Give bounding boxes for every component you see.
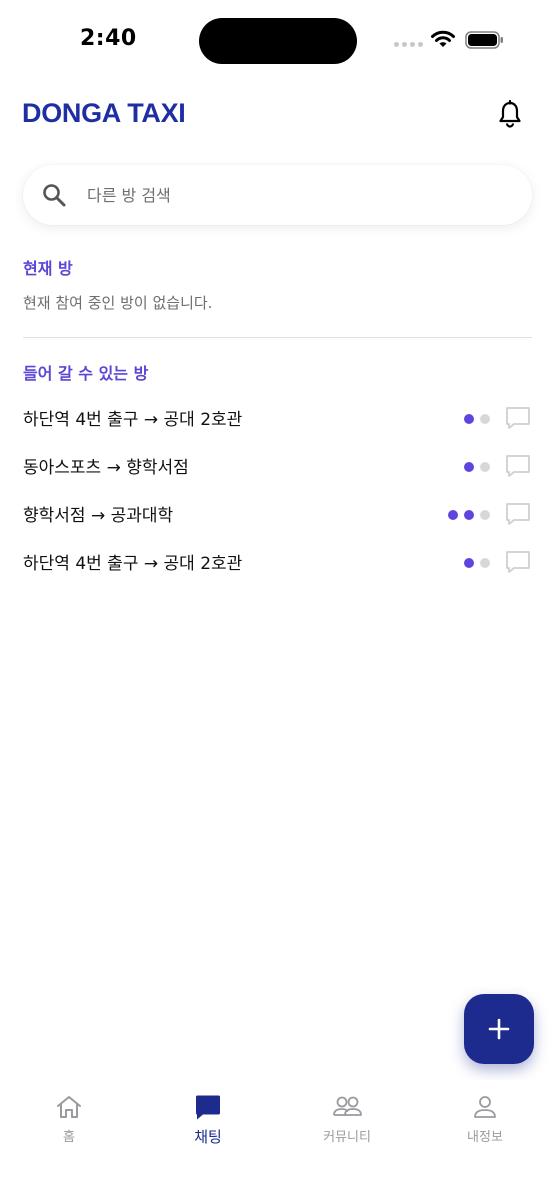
occupancy-dots xyxy=(448,510,490,520)
search-input[interactable] xyxy=(87,180,507,210)
search-icon xyxy=(43,184,66,207)
app-header: DONGA TAXI xyxy=(0,90,555,138)
home-icon xyxy=(57,1096,81,1118)
empty-seat-dot xyxy=(480,510,490,520)
chat-bubble-icon[interactable] xyxy=(505,550,531,574)
room-list: 하단역 4번 출구 → 공대 2호관 동아스포츠 → 향학서점 향학서점 → 공… xyxy=(0,392,555,584)
tab-label: 채팅 xyxy=(194,1128,222,1146)
tab-label: 홈 xyxy=(63,1130,75,1145)
dynamic-island xyxy=(199,18,357,64)
room-item[interactable]: 하단역 4번 출구 → 공대 2호관 xyxy=(0,392,555,440)
create-room-button[interactable] xyxy=(464,994,534,1064)
tab-chat[interactable]: 채팅 xyxy=(153,1094,263,1147)
occupied-seat-dot xyxy=(464,414,474,424)
empty-seat-dot xyxy=(480,462,490,472)
chat-bubble-icon[interactable] xyxy=(505,502,531,526)
room-item[interactable]: 하단역 4번 출구 → 공대 2호관 xyxy=(0,536,555,584)
search-bar[interactable] xyxy=(23,165,532,225)
available-rooms-heading: 들어 갈 수 있는 방 xyxy=(23,364,149,383)
chat-bubble-icon[interactable] xyxy=(505,406,531,430)
wifi-icon xyxy=(431,30,455,47)
chat-bubble-icon xyxy=(196,1095,220,1120)
current-room-empty-text: 현재 참여 중인 방이 없습니다. xyxy=(23,294,213,312)
room-item[interactable]: 향학서점 → 공과대학 xyxy=(0,488,555,536)
bell-icon[interactable] xyxy=(496,100,524,128)
room-name: 하단역 4번 출구 → 공대 2호관 xyxy=(23,554,243,574)
status-time: 2:40 xyxy=(80,26,137,51)
room-name: 동아스포츠 → 향학서점 xyxy=(23,458,189,478)
occupancy-dots xyxy=(464,462,490,472)
tab-home[interactable]: 홈 xyxy=(14,1094,124,1145)
tab-label: 커뮤니티 xyxy=(323,1130,371,1145)
room-name: 하단역 4번 출구 → 공대 2호관 xyxy=(23,410,243,430)
room-name: 향학서점 → 공과대학 xyxy=(23,506,174,526)
people-icon xyxy=(333,1096,362,1116)
section-divider xyxy=(23,337,532,338)
status-bar: 2:40 xyxy=(0,0,555,80)
occupied-seat-dot xyxy=(464,558,474,568)
plus-icon xyxy=(488,1018,510,1040)
chat-bubble-icon[interactable] xyxy=(505,454,531,478)
room-item[interactable]: 동아스포츠 → 향학서점 xyxy=(0,440,555,488)
occupied-seat-dot xyxy=(448,510,458,520)
tab-profile[interactable]: 내정보 xyxy=(430,1094,540,1145)
person-icon xyxy=(474,1096,496,1118)
empty-seat-dot xyxy=(480,414,490,424)
bottom-tab-bar: 홈 채팅 커뮤니티 내정보 xyxy=(0,1080,555,1200)
occupancy-dots xyxy=(464,414,490,424)
occupied-seat-dot xyxy=(464,510,474,520)
current-room-heading: 현재 방 xyxy=(23,259,73,278)
empty-seat-dot xyxy=(480,558,490,568)
occupancy-dots xyxy=(464,558,490,568)
signal-icon xyxy=(394,42,423,47)
app-logo-text: DONGA TAXI xyxy=(22,98,186,128)
occupied-seat-dot xyxy=(464,462,474,472)
tab-community[interactable]: 커뮤니티 xyxy=(292,1094,402,1145)
battery-icon xyxy=(465,31,503,49)
tab-label: 내정보 xyxy=(467,1130,503,1145)
